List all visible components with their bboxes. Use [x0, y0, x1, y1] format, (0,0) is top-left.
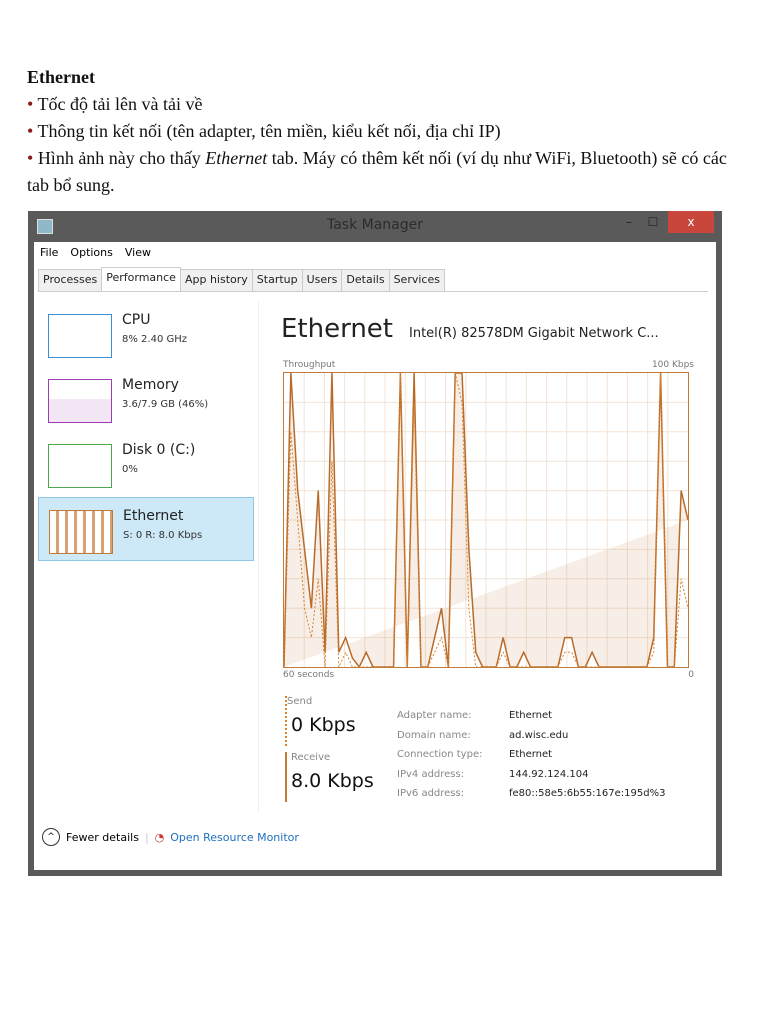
minimize-button[interactable]: –: [618, 211, 640, 233]
item-name: Disk 0 (C:): [122, 442, 196, 458]
bullet-item: • Tốc độ tải lên và tải về: [27, 94, 203, 114]
info-value: ad.wisc.edu: [509, 729, 569, 741]
tab-app-history[interactable]: App history: [179, 269, 253, 291]
tab-performance[interactable]: Performance: [101, 267, 181, 289]
tab-processes[interactable]: Processes: [38, 269, 103, 291]
max-label: 100 Kbps: [651, 360, 694, 370]
task-manager-window: Task Manager – ☐ x File Options View Pro…: [28, 211, 722, 876]
tab-bar: Processes Performance App history Startu…: [38, 267, 708, 292]
info-value: Ethernet: [509, 710, 553, 721]
item-value: 3.6/7.9 GB (46%): [122, 399, 209, 410]
adapter-description: Intel(R) 82578DM Gigabit Network C...: [409, 326, 659, 341]
bullet-item: • Thông tin kết nối (tên adapter, tên mi…: [27, 121, 501, 141]
time-label: 60 seconds: [283, 670, 335, 680]
menu-options[interactable]: Options: [70, 246, 112, 259]
sidebar-item-cpu[interactable]: CPU 8% 2.40 GHz: [38, 302, 254, 364]
resource-sidebar: CPU 8% 2.40 GHz Memory 3.6/7.9 GB (46%) Di…: [38, 302, 254, 564]
item-value: S: 0 R: 8.0 Kbps: [123, 530, 203, 541]
menu-file[interactable]: File: [40, 246, 58, 259]
tab-startup[interactable]: Startup: [251, 269, 303, 291]
info-value: fe80::58e5:6b55:167e:195d%3: [509, 788, 666, 799]
receive-label: Receive: [291, 752, 331, 763]
send-value: 0 Kbps: [291, 714, 356, 736]
sidebar-item-disk[interactable]: Disk 0 (C:) 0%: [38, 432, 254, 494]
ethernet-panel: Ethernet Intel(R) 82578DM Gigabit Networ…: [258, 302, 716, 812]
send-label: Send: [287, 696, 313, 707]
info-key: Connection type:: [397, 749, 483, 760]
item-name: CPU: [122, 312, 151, 328]
receive-indicator: [285, 752, 287, 802]
throughput-graph: [283, 372, 689, 669]
maximize-button[interactable]: ☐: [642, 211, 664, 233]
sidebar-item-memory[interactable]: Memory 3.6/7.9 GB (46%): [38, 367, 254, 429]
menu-bar: File Options View: [34, 242, 716, 262]
document-text: Ethernet • Tốc độ tải lên và tải về • Th…: [27, 64, 727, 199]
item-name: Ethernet: [123, 508, 184, 524]
info-key: Domain name:: [397, 729, 471, 741]
menu-view[interactable]: View: [125, 246, 151, 259]
sidebar-item-ethernet[interactable]: Ethernet S: 0 R: 8.0 Kbps: [38, 497, 254, 561]
throughput-label: Throughput: [283, 360, 336, 370]
receive-value: 8.0 Kbps: [291, 770, 374, 792]
info-key: IPv4 address:: [397, 768, 465, 780]
disk-thumbnail: [48, 444, 112, 488]
item-value: 0%: [122, 464, 138, 475]
cpu-thumbnail: [48, 314, 112, 358]
close-button[interactable]: x: [668, 211, 714, 233]
footer: ^ Fewer details | ◔ Open Resource Monito…: [42, 828, 299, 846]
throughput-chart: [283, 372, 689, 669]
open-resource-monitor-link[interactable]: Open Resource Monitor: [170, 831, 299, 844]
info-value: Ethernet: [509, 749, 553, 760]
divider: |: [144, 830, 149, 844]
zero-label: 0: [688, 670, 694, 680]
item-name: Memory: [122, 377, 179, 393]
chevron-up-icon[interactable]: ^: [42, 828, 60, 846]
item-value: 8% 2.40 GHz: [122, 334, 188, 345]
info-value: 144.92.124.104: [509, 768, 589, 780]
resource-monitor-icon: ◔: [154, 830, 165, 844]
panel-title: Ethernet: [281, 314, 393, 344]
tab-services[interactable]: Services: [388, 269, 445, 291]
bullet-item: • Hình ảnh này cho thấy Ethernet tab. Má…: [27, 148, 727, 195]
fewer-details-button[interactable]: Fewer details: [66, 831, 139, 844]
tab-users[interactable]: Users: [301, 269, 343, 291]
tab-details[interactable]: Details: [341, 269, 390, 291]
info-key: IPv6 address:: [397, 788, 465, 799]
ethernet-thumbnail: [49, 510, 113, 554]
section-heading: Ethernet: [27, 67, 95, 87]
info-key: Adapter name:: [397, 710, 472, 721]
title-bar: Task Manager – ☐ x: [28, 211, 722, 241]
memory-thumbnail: [48, 379, 112, 423]
